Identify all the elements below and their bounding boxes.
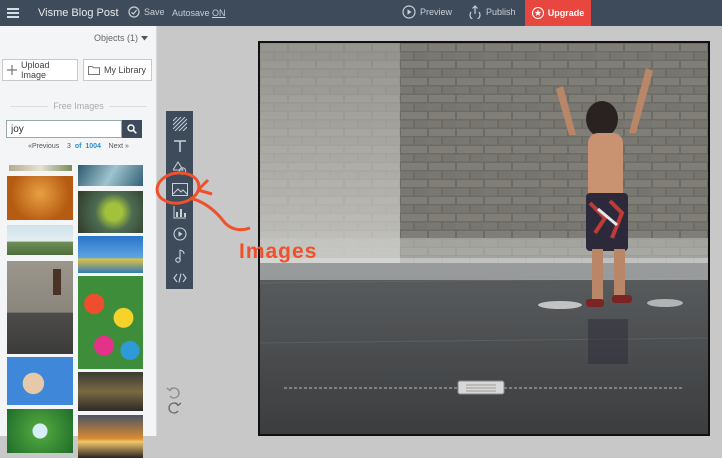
- pattern-icon: [172, 116, 187, 131]
- current-page: 3: [67, 143, 71, 150]
- preview-label: Preview: [420, 7, 453, 17]
- embed-tool[interactable]: [170, 269, 190, 286]
- image-thumbnail[interactable]: [78, 372, 143, 411]
- annotation-label: Images: [239, 240, 318, 263]
- image-thumbnail[interactable]: [78, 415, 143, 458]
- image-thumbnail[interactable]: [78, 191, 143, 233]
- image-thumbnail[interactable]: [7, 176, 73, 220]
- background-tool[interactable]: [170, 115, 190, 132]
- folder-icon: [88, 66, 100, 75]
- my-library-label: My Library: [104, 65, 147, 75]
- plus-icon: [7, 65, 17, 75]
- image-thumbnail[interactable]: [7, 409, 73, 453]
- image-thumbnail[interactable]: [78, 276, 143, 369]
- image-thumbnail[interactable]: [7, 261, 73, 354]
- audio-tool[interactable]: [170, 247, 190, 264]
- upgrade-button[interactable]: Upgrade: [525, 0, 591, 26]
- music-note-icon: [174, 248, 185, 263]
- boy-fountain-photo[interactable]: [260, 43, 710, 436]
- top-bar: Visme Blog Post Save Autosave ON Preview…: [0, 0, 722, 26]
- autosave-state: ON: [212, 8, 226, 18]
- project-title[interactable]: Visme Blog Post: [38, 7, 119, 19]
- of-label: of: [74, 143, 82, 150]
- save-label: Save: [144, 7, 165, 17]
- image-thumbnail[interactable]: [78, 236, 143, 273]
- text-tool[interactable]: [170, 137, 190, 154]
- upgrade-label: Upgrade: [547, 8, 585, 18]
- redo-button[interactable]: [166, 401, 182, 419]
- upload-image-label: Upload Image: [21, 60, 50, 80]
- image-thumbnail[interactable]: [7, 357, 73, 405]
- image-thumbnail[interactable]: [78, 165, 143, 186]
- publish-icon: [469, 5, 481, 19]
- search-button[interactable]: [122, 120, 142, 138]
- resize-handle: [457, 380, 505, 395]
- image-thumbnail[interactable]: [9, 165, 72, 171]
- previous-link[interactable]: «Previous: [28, 143, 59, 150]
- autosave-toggle[interactable]: Autosave ON: [172, 8, 226, 18]
- design-canvas[interactable]: [258, 41, 710, 436]
- star-icon: [531, 7, 544, 19]
- objects-label: Objects (1): [93, 33, 138, 43]
- search-input[interactable]: [6, 120, 122, 138]
- publish-label: Publish: [486, 7, 516, 17]
- search-icon: [127, 124, 137, 134]
- redo-icon: [168, 402, 182, 414]
- objects-dropdown[interactable]: Objects (1): [94, 33, 148, 43]
- total-pages: 1004: [85, 143, 101, 150]
- save-button[interactable]: Save: [128, 6, 165, 18]
- pagination: «Previous 3 of 1004 Next »: [0, 143, 157, 150]
- left-panel: Objects (1) Upload Image My Library Free…: [0, 26, 157, 458]
- publish-button[interactable]: Publish: [468, 5, 516, 19]
- annotation-arrow: [155, 171, 251, 232]
- hamburger-menu-icon[interactable]: [0, 0, 26, 26]
- text-icon: [173, 139, 186, 152]
- autosave-label: Autosave: [172, 8, 213, 18]
- save-icon: [128, 6, 140, 18]
- upload-image-button[interactable]: Upload Image: [2, 59, 78, 81]
- image-thumbnail[interactable]: [7, 225, 73, 255]
- next-link[interactable]: Next »: [109, 143, 129, 150]
- caret-down-icon: [141, 35, 148, 40]
- code-icon: [172, 272, 187, 283]
- my-library-button[interactable]: My Library: [83, 59, 152, 81]
- play-circle-icon: [402, 5, 416, 19]
- preview-button[interactable]: Preview: [402, 5, 452, 19]
- free-images-heading: Free Images: [0, 101, 157, 111]
- undo-icon: [166, 387, 180, 399]
